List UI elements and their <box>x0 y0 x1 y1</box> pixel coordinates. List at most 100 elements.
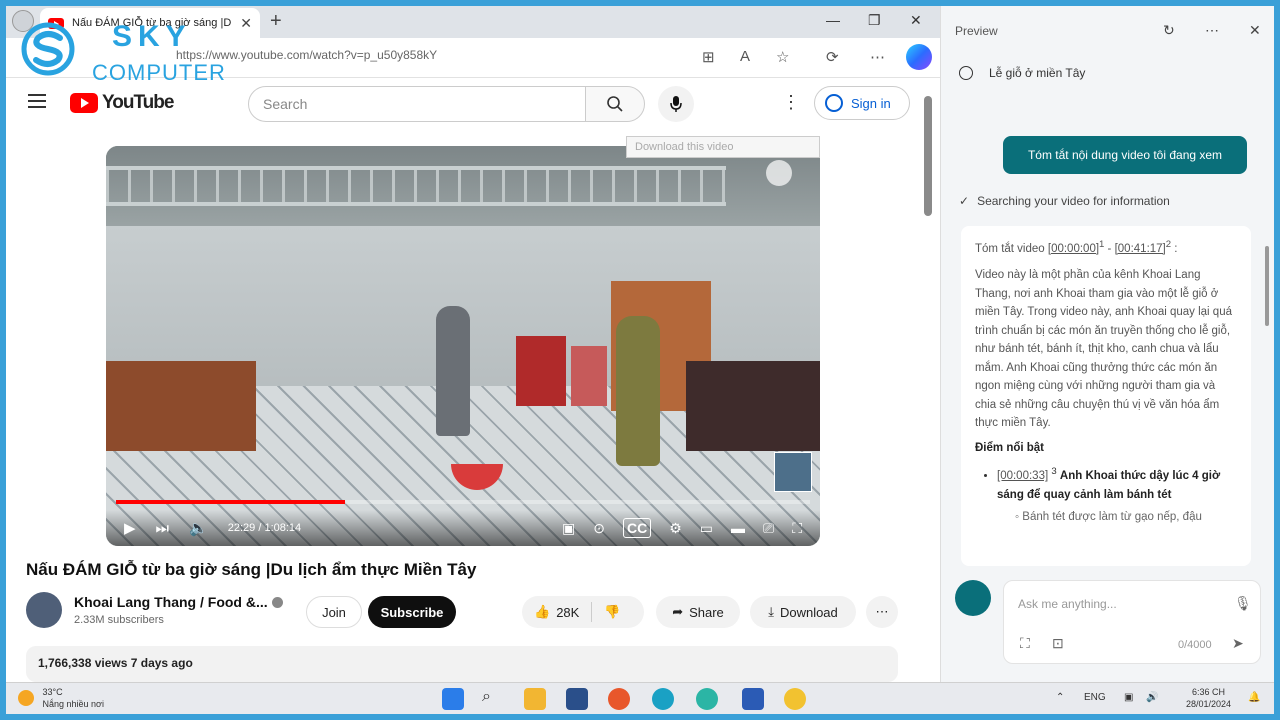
fullscreen-icon[interactable]: ⛶ <box>792 520 802 537</box>
join-button[interactable]: Join <box>306 596 362 628</box>
description-box[interactable]: 1,766,338 views 7 days ago <box>26 646 898 682</box>
notification-bell-icon[interactable]: 🔔 <box>1248 692 1260 703</box>
more-menu-icon[interactable]: ⋯ <box>870 48 885 66</box>
subtitles-icon[interactable]: CC <box>622 518 652 538</box>
play-icon[interactable]: ▶ <box>124 519 136 537</box>
settings-kebab-icon[interactable]: ⋮ <box>782 92 800 113</box>
like-count[interactable]: 28K <box>556 605 579 620</box>
menu-icon[interactable] <box>28 94 46 112</box>
volume-icon[interactable]: 🔈 <box>189 519 208 537</box>
clock-time: 6:36 CH <box>1192 687 1226 697</box>
answer-heading: Tóm tắt video [00:00:00]1 - [00:41:17]2 … <box>975 236 1237 258</box>
next-icon[interactable]: ⏭ <box>156 520 170 537</box>
search-input[interactable]: Search <box>248 86 586 122</box>
windows-taskbar: 33°C Nắng nhiều nơi ⌕ ⌃ ENG ▣ 🔊 6:36 CH … <box>6 682 1274 714</box>
system-clock[interactable]: 6:36 CH 28/01/2024 <box>1186 686 1231 710</box>
image-input-icon[interactable]: ⊡ <box>1052 635 1064 652</box>
check-icon: ✓ <box>959 194 970 208</box>
miniplayer-icon[interactable]: ▭ <box>700 520 713 537</box>
channel-name-row[interactable]: Khoai Lang Thang / Food &... <box>74 594 283 610</box>
sidebar-scrollbar[interactable] <box>1265 246 1269 326</box>
taskbar-search-icon[interactable]: ⌕ <box>482 688 504 710</box>
volume-tray-icon[interactable]: 🔊 <box>1146 692 1158 703</box>
extensions-icon[interactable]: ⟳ <box>826 48 839 66</box>
timestamp-link[interactable]: [00:00:33] <box>997 470 1048 482</box>
word-icon[interactable] <box>742 688 764 710</box>
channel-name[interactable]: Khoai Lang Thang / Food &... <box>74 594 268 610</box>
miniplayer-hint-icon[interactable] <box>766 160 792 186</box>
weather-widget[interactable]: 33°C Nắng nhiều nơi <box>18 686 104 710</box>
cast-icon[interactable]: ⎚ <box>763 520 774 537</box>
read-aloud-icon[interactable]: A <box>740 48 750 65</box>
download-video-hint[interactable]: Download this video <box>626 136 820 158</box>
favorite-star-icon[interactable]: ☆ <box>776 48 789 66</box>
citation-3[interactable]: 3 <box>1051 466 1056 477</box>
search-status: ✓ Searching your video for information <box>959 194 1170 208</box>
ask-mic-icon[interactable]: 🎙 <box>1234 595 1252 612</box>
new-tab-icon[interactable]: + <box>270 10 282 33</box>
browser-window: Nấu ĐÁM GIỖ từ ba giờ sáng |D ✕ + — ❐ ✕ … <box>6 6 940 682</box>
video-frame-bed <box>106 361 256 451</box>
video-frame-shelf <box>516 336 566 406</box>
download-button[interactable]: ⤓ Download <box>750 596 856 628</box>
download-label: Download <box>779 604 838 620</box>
timestamp-link[interactable]: [00:00:00] <box>1048 243 1099 255</box>
share-button[interactable]: ➦ Share <box>656 596 740 628</box>
copilot-icon[interactable] <box>906 44 932 70</box>
edge-icon[interactable] <box>652 688 674 710</box>
user-prompt-bubble: Tóm tắt nội dung video tôi đang xem <box>1003 136 1247 174</box>
store-icon[interactable] <box>566 688 588 710</box>
search-button[interactable] <box>585 86 645 122</box>
channel-avatar[interactable] <box>26 592 62 628</box>
chrome-canary-icon[interactable] <box>784 688 806 710</box>
highlight-subpoint: ◦ Bánh tét được làm từ gạo nếp, đậu <box>1015 511 1202 524</box>
firefox-icon[interactable] <box>608 688 630 710</box>
autoplay-toggle[interactable]: ⊙ <box>593 520 605 537</box>
sky-computer-logo: SKY COMPUTER <box>16 20 246 90</box>
theater-mode-icon[interactable]: ▬ <box>731 520 745 536</box>
settings-gear-icon[interactable]: ⚙ <box>669 520 682 537</box>
screenshot-icon[interactable]: ⛶ <box>1020 635 1030 652</box>
timestamp-link[interactable]: [00:41:17] <box>1115 243 1166 255</box>
video-player[interactable]: ▶ ⏭ 🔈 22:29 / 1:08:14 ▣ ⊙ CC ⚙ ▭ ▬ ⎚ ⛶ <box>106 146 820 546</box>
search-icon <box>607 96 623 112</box>
send-icon[interactable]: ➤ <box>1232 635 1244 652</box>
video-frame-table <box>686 361 820 451</box>
minimize-icon[interactable]: — <box>826 12 840 28</box>
voice-search-button[interactable] <box>658 86 694 122</box>
file-explorer-icon[interactable] <box>524 688 546 710</box>
new-topic-icon[interactable] <box>955 580 991 616</box>
download-icon: ⤓ <box>768 604 774 619</box>
tray-chevron-icon[interactable]: ⌃ <box>1056 692 1064 703</box>
youtube-logo[interactable]: YouTube <box>70 92 174 114</box>
start-icon[interactable] <box>442 688 464 710</box>
like-icon[interactable]: 👍 <box>534 604 550 620</box>
video-frame-person-1 <box>436 306 470 436</box>
microphone-icon <box>670 96 682 112</box>
language-indicator[interactable]: ENG <box>1084 692 1106 703</box>
network-icon[interactable]: ▣ <box>1124 692 1133 703</box>
answer-colon: : <box>1171 242 1178 255</box>
history-item[interactable]: Lễ giỗ ở miền Tây <box>959 66 1085 80</box>
highlights-list: [00:00:33] 3 Anh Khoai thức dậy lúc 4 gi… <box>975 463 1237 504</box>
character-count: 0/4000 <box>1178 639 1212 651</box>
restore-icon[interactable]: ❐ <box>868 12 881 29</box>
close-window-icon[interactable]: ✕ <box>910 12 922 29</box>
video-frame-person-2 <box>616 316 660 466</box>
more-actions-button[interactable]: ⋯ <box>866 596 898 628</box>
dislike-icon[interactable]: 👎 <box>604 604 620 620</box>
sidebar-close-icon[interactable]: ✕ <box>1249 22 1261 39</box>
edge-dev-icon[interactable] <box>696 688 718 710</box>
app-available-icon[interactable]: ⊞ <box>702 48 715 66</box>
sun-icon <box>18 690 34 706</box>
player-controls: ▶ ⏭ 🔈 22:29 / 1:08:14 ▣ ⊙ CC ⚙ ▭ ▬ ⎚ ⛶ <box>106 510 820 546</box>
video-progress-bar[interactable] <box>116 500 810 504</box>
subscribe-button[interactable]: Subscribe <box>368 596 456 628</box>
ask-input[interactable]: Ask me anything... <box>1018 597 1117 611</box>
like-divider <box>591 602 593 622</box>
chapter-icon[interactable]: ▣ <box>562 520 575 537</box>
sign-in-button[interactable]: Sign in <box>814 86 910 120</box>
page-scrollbar[interactable] <box>924 96 932 216</box>
sidebar-more-icon[interactable]: ⋯ <box>1205 22 1219 39</box>
refresh-icon[interactable]: ↻ <box>1163 22 1175 39</box>
